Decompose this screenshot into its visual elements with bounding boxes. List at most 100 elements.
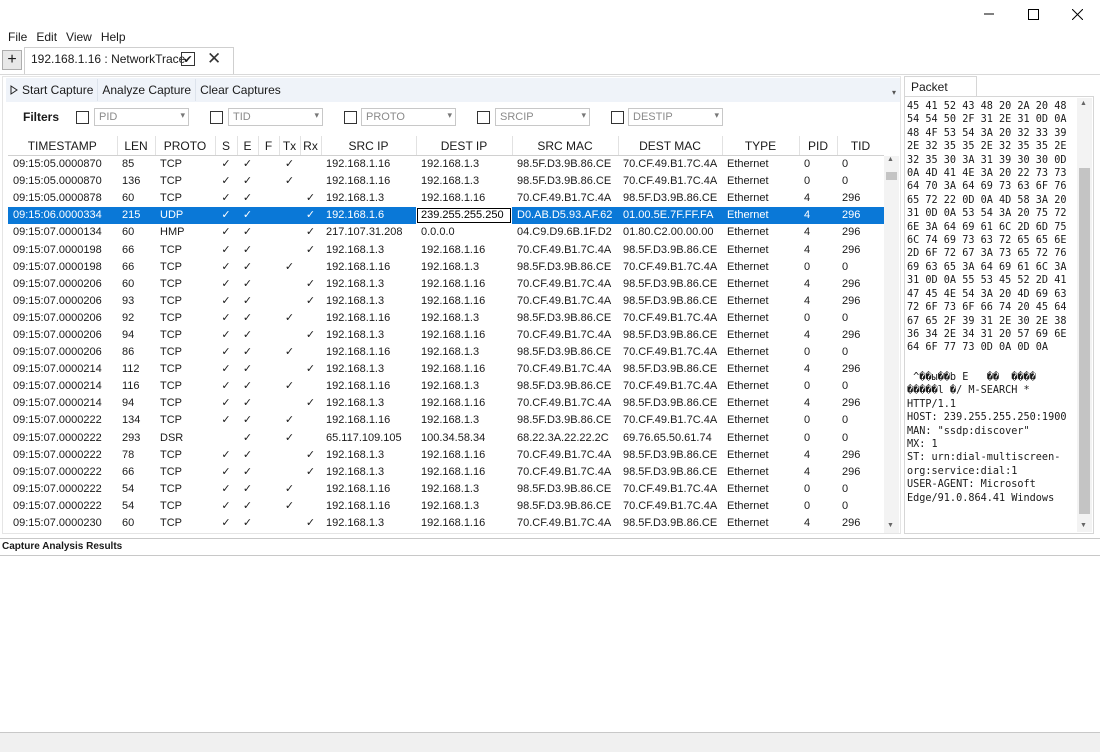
table-row[interactable]: 09:15:07.0000198 66 TCP ✓ ✓ ✓ 192.168.1.3 192.1… [8,241,884,258]
table-row[interactable]: 09:15:07.0000214 112 TCP ✓ ✓ ✓ 192.168.1.3 192.… [8,361,884,378]
table-row[interactable]: 09:15:07.0000214 116 TCP ✓ ✓ ✓ 192.168.1.16 192… [8,378,884,395]
column-header[interactable]: DEST MAC [618,136,723,156]
table-row[interactable]: 09:15:07.0000134 60 HMP ✓ ✓ ✓ 217.107.31.208 0.… [8,224,884,241]
tab-checkbox[interactable]: ✔ [181,52,195,66]
scroll-down-icon[interactable]: ▼ [887,522,894,529]
column-header[interactable]: E [237,136,259,156]
table-cell: 296 [842,226,861,239]
menu-file[interactable]: File [0,28,34,47]
toolbar-overflow-icon[interactable]: ▾ [892,88,896,97]
menu-view[interactable]: View [64,28,99,47]
table-row[interactable]: 09:15:07.0000222 66 TCP ✓ ✓ ✓ 192.168.1.3 192.1… [8,464,884,481]
table-cell: 296 [842,517,861,530]
pid-filter-checkbox[interactable] [76,111,89,124]
destip-filter-dropdown[interactable]: DESTIP ▾ [628,108,723,126]
grid-scrollbar[interactable]: ▲ ▼ [884,156,899,533]
tab-close-icon[interactable]: ✕ [207,49,221,69]
table-row[interactable]: 09:15:07.0000222 293 DSR ✓ ✓ 65.117.109.105 10… [8,430,884,447]
pid-filter-dropdown[interactable]: PID ▾ [94,108,189,126]
packet-ascii-dump: ^��ы��b E �� ���� �����l �/ M-SEARCH * H… [907,372,1067,504]
menu-edit[interactable]: Edit [34,28,64,47]
table-row[interactable]: 09:15:07.0000206 93 TCP ✓ ✓ ✓ 192.168.1.3 192.1… [8,293,884,310]
table-cell: TCP [160,465,182,478]
table-cell: 09:15:07.0000206 [13,311,102,324]
table-row[interactable]: 09:15:07.0000206 86 TCP ✓ ✓ ✓ 192.168.1.16 192.… [8,344,884,361]
scroll-down-icon[interactable]: ▼ [1080,522,1087,529]
table-cell: 0 [804,431,811,444]
table-cell: 09:15:07.0000134 [13,226,102,239]
table-cell: 98.5F.D3.9B.86.CE [623,517,718,530]
column-header[interactable]: PROTO [155,136,216,156]
table-row[interactable]: 09:15:07.0000198 66 TCP ✓ ✓ ✓ 192.168.1.16 192.… [8,259,884,276]
tid-filter-checkbox[interactable] [210,111,223,124]
table-cell: 70.CF.49.B1.7C.4A [517,192,612,205]
table-row[interactable]: 09:15:07.0000222 134 TCP ✓ ✓ ✓ 192.168.1.16 192… [8,412,884,429]
analyze-capture-button[interactable]: Analyze Capture [98,79,197,101]
table-row[interactable]: 09:15:07.0000206 92 TCP ✓ ✓ ✓ 192.168.1.16 192.… [8,310,884,327]
add-tab-button[interactable]: + [2,50,22,70]
table-cell: 4 [804,465,811,478]
column-header[interactable]: TID [837,136,884,156]
tid-filter-dropdown[interactable]: TID ▾ [228,108,323,126]
scroll-thumb[interactable] [886,172,897,180]
table-row[interactable]: 09:15:05.0000870 136 TCP ✓ ✓ ✓ 192.168.1.16 192… [8,173,884,190]
column-header[interactable]: LEN [117,136,156,156]
srcip-filter-checkbox[interactable] [477,111,490,124]
srcip-filter-dropdown[interactable]: SRCIP ▾ [495,108,590,126]
column-header[interactable]: F [258,136,280,156]
close-button[interactable] [1054,0,1100,28]
minimize-button[interactable] [966,0,1012,28]
column-header[interactable]: TYPE [722,136,800,156]
table-cell: 192.168.1.16 [326,346,391,359]
table-cell: 98.5F.D3.9B.86.CE [517,414,612,427]
column-header[interactable]: DEST IP [416,136,513,156]
table-cell: 296 [837,207,884,225]
table-row[interactable]: 09:15:07.0000214 94 TCP ✓ ✓ ✓ 192.168.1.3 192.1… [8,395,884,412]
menu-help[interactable]: Help [99,28,133,47]
table-row[interactable]: 09:15:07.0000222 78 TCP ✓ ✓ ✓ 192.168.1.3 192.1… [8,447,884,464]
table-row[interactable]: 09:15:05.0000878 60 TCP ✓ ✓ ✓ 192.168.1.3 192.1… [8,190,884,207]
scroll-up-icon[interactable]: ▲ [1080,100,1087,107]
column-header[interactable]: SRC MAC [512,136,619,156]
table-cell [300,310,321,327]
table-cell: Ethernet [727,243,769,256]
maximize-button[interactable] [1010,0,1056,28]
start-capture-button[interactable]: Start Capture [6,79,99,101]
table-cell: 4 [804,243,811,256]
play-icon [10,85,18,95]
table-row[interactable]: 09:15:07.0000222 54 TCP ✓ ✓ ✓ 192.168.1.16 192.… [8,481,884,498]
table-row[interactable]: 09:15:07.0000222 54 TCP ✓ ✓ ✓ 192.168.1.16 192.… [8,498,884,515]
clear-captures-button[interactable]: Clear Captures [196,79,285,101]
packet-scroll-thumb[interactable] [1079,168,1090,514]
table-cell: Ethernet [727,175,769,188]
table-cell: 70.CF.49.B1.7C.4A [623,346,718,359]
column-header[interactable]: Tx [279,136,301,156]
column-header[interactable]: Rx [300,136,322,156]
table-row[interactable]: 09:15:07.0000206 60 TCP ✓ ✓ ✓ 192.168.1.3 192.1… [8,276,884,293]
proto-filter-dropdown[interactable]: PROTO ▾ [361,108,456,126]
table-cell: 4 [804,517,811,530]
table-cell: 192.168.1.3 [326,277,385,290]
table-cell: 192.168.1.16 [326,482,391,495]
table-cell [258,293,279,310]
table-cell: Ethernet [727,346,769,359]
scroll-up-icon[interactable]: ▲ [887,156,894,163]
table-row[interactable]: 09:15:07.0000230 60 TCP ✓ ✓ ✓ 192.168.1.3 192.1… [8,515,884,532]
table-cell: 60 [122,226,135,239]
tab-network-trace[interactable]: 192.168.1.16 : NetworkTrace ✔ ✕ [24,47,234,74]
destip-filter-checkbox[interactable] [611,111,624,124]
table-cell: ✓ [284,380,295,393]
packet-grid: TIMESTAMP LEN PROTO S E F Tx Rx SRC IP DEST IP SRC… [8,136,884,533]
table-row[interactable]: 09:15:06.0000334 215 UDP ✓ ✓ ✓ 192.168.1.6 239.… [8,207,884,225]
chevron-down-icon: ▾ [314,110,319,120]
table-cell: 66 [122,243,135,256]
tab-packet-data[interactable]: Packet Data [904,76,977,108]
column-header[interactable]: PID [799,136,838,156]
column-header[interactable]: SRC IP [321,136,417,156]
table-row[interactable]: 09:15:05.0000870 85 TCP ✓ ✓ ✓ 192.168.1.16 192.… [8,156,884,174]
table-cell: 70.CF.49.B1.7C.4A [623,175,718,188]
proto-filter-checkbox[interactable] [344,111,357,124]
column-header[interactable]: S [215,136,238,156]
column-header[interactable]: TIMESTAMP [8,136,118,156]
table-row[interactable]: 09:15:07.0000206 94 TCP ✓ ✓ ✓ 192.168.1.3 192.1… [8,327,884,344]
